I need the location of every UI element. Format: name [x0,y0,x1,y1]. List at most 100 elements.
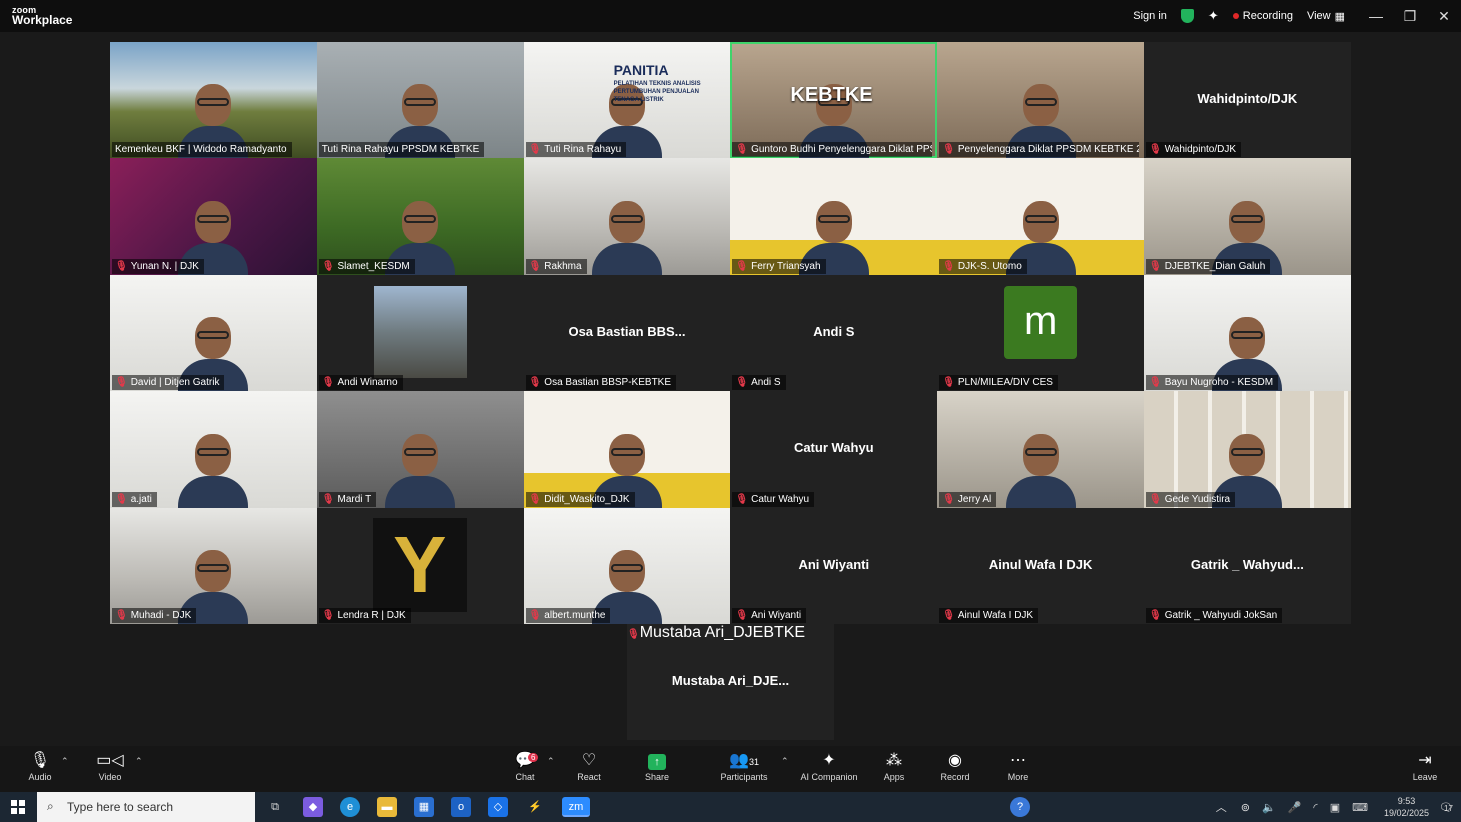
participant-name: Jerry Al [957,493,992,505]
participant-tile[interactable]: 🎙 albert.munthe [523,507,731,624]
participant-tile[interactable]: Kemenkeu BKF | Widodo Ramadyanto [110,42,317,159]
participant-name: Bayu Nugroho - KESDM [1164,377,1274,389]
wifi-icon[interactable]: ◜ [1313,801,1317,814]
participant-label: 🎙 Mardi T [318,491,377,507]
chat-button[interactable]: 💬 6 Chat [495,750,555,782]
dropbox-icon[interactable]: ◇ [488,797,508,817]
share-label: Share [644,772,670,782]
participant-name: Slamet_KESDM [337,260,410,272]
copilot-icon[interactable]: ◆ [303,797,323,817]
participant-tile[interactable]: 🎙 a.jati [110,391,317,508]
participants-options-caret[interactable]: ⌃ [781,756,789,767]
participant-tile[interactable]: Ainul Wafa I DJK 🎙 Ainul Wafa I DJK [937,507,1144,624]
taskbar-search-box[interactable]: ⌕ Type here to search [37,792,255,822]
participant-tile[interactable]: 🎙 Penyelenggara Diklat PPSDM KEBTKE 2 [937,42,1144,159]
search-placeholder: Type here to search [67,800,174,814]
file-explorer-icon[interactable]: ▬ [377,797,397,817]
tray-app-icon[interactable]: ⊚ [1241,801,1250,814]
participant-tile[interactable]: 🎙 Slamet_KESDM [316,158,524,275]
clock-date: 19/02/2025 [1383,808,1430,818]
record-button[interactable]: ◉ Record [925,750,985,782]
tray-camera-icon[interactable]: ▣ [1330,801,1340,814]
volume-icon[interactable]: 🔈 [1262,801,1276,814]
participant-display-name: Mustaba Ari_DJE... [671,673,790,688]
participant-tile[interactable]: Osa Bastian BBS... 🎙 Osa Bastian BBSP-KEBT… [523,274,731,392]
microphone-tray-icon[interactable]: 🎤 [1288,801,1302,814]
participant-tile[interactable]: Mustaba Ari_DJE... 🎙Mustaba Ari_DJEBTKE [627,624,834,740]
participant-tile[interactable]: KEBTKE 🎙 Guntoro Budhi Penyelenggara Dikla… [730,42,938,159]
participant-tile[interactable]: Wahidpinto/DJK 🎙 Wahidpinto/DJK [1143,42,1351,159]
participant-tile[interactable]: 🎙 Ferry Triansyah [730,158,938,275]
security-shield-icon[interactable] [1180,9,1194,23]
view-button[interactable]: View ▦ [1307,10,1345,23]
audio-options-caret[interactable]: ⌃ [61,756,69,767]
participant-name: Mustaba Ari_DJEBTKE [639,624,806,641]
mic-muted-icon: 🎙 [528,144,542,156]
more-button[interactable]: ⋯ More [988,750,1048,782]
participant-tile[interactable]: 🎙 Jerry Al [937,391,1144,508]
participant-tile[interactable]: Gatrik _ Wahyud... 🎙 Gatrik _ Wahyudi JokS… [1143,507,1351,624]
participant-label: 🎙 Ainul Wafa I DJK [939,607,1039,623]
participant-video [380,428,460,508]
windows-start-icon[interactable] [11,800,25,814]
participant-tile[interactable]: Catur Wahyu 🎙 Catur Wahyu [730,391,938,508]
store-icon[interactable]: ▦ [414,797,434,817]
participant-name: Tuti Rina Rahayu PPSDM KEBTKE [321,144,480,156]
participant-tile[interactable]: 🎙 DJEBTKE_Dian Galuh [1143,158,1351,275]
zoom-taskbar-icon[interactable]: zm [562,797,590,817]
participant-label: 🎙 Catur Wahyu [732,491,815,507]
task-view-icon[interactable]: ⧉ [265,797,285,817]
participant-tile[interactable]: 🎙 Andi Winarno [316,274,524,392]
participant-tile[interactable]: 🎙 Mardi T [316,391,524,508]
chat-options-caret[interactable]: ⌃ [547,756,555,767]
participant-tile[interactable]: PANITIA PELATIHAN TEKNIS ANALISIS PERTUMB… [523,42,731,159]
participant-tile[interactable]: 🎙 Bayu Nugroho - KESDM [1143,274,1351,392]
sign-in-button[interactable]: Sign in [1133,10,1167,22]
ai-sparkle-icon[interactable]: ✦ [1208,8,1219,24]
participant-tile[interactable]: Andi S 🎙 Andi S [730,274,938,392]
minimize-button[interactable]: — [1359,8,1393,24]
participant-label: 🎙 Didit_Waskito_DJK [525,491,635,507]
help-icon[interactable]: ? [1010,797,1030,817]
leave-button[interactable]: ⇥ Leave [1395,750,1455,782]
keyboard-icon[interactable]: ⌨ [1352,801,1368,814]
mic-muted-icon: 🎙 [321,260,335,272]
recording-label: Recording [1242,10,1293,22]
notifications-icon[interactable]: 🗨 17 [1439,801,1453,814]
close-button[interactable]: ✕ [1427,8,1461,25]
participants-button[interactable]: 👥31 Participants [714,750,774,782]
restore-button[interactable]: ❐ [1393,8,1427,25]
participant-name: Andi Winarno [337,377,398,389]
participant-tile[interactable]: m 🎙 PLN/MILEA/DIV CES [937,274,1144,392]
react-button[interactable]: ♡ React [559,750,619,782]
tray-chevron-icon[interactable]: ︿ [1216,799,1227,815]
video-options-caret[interactable]: ⌃ [135,756,143,767]
mic-muted-icon: 🎙 [115,260,128,272]
participant-tile[interactable]: Ani Wiyanti 🎙 Ani Wiyanti [730,507,938,624]
clock[interactable]: 9:53 19/02/2025 [1384,795,1429,819]
participant-tile[interactable]: Tuti Rina Rahayu PPSDM KEBTKE [316,42,524,159]
ai-companion-button[interactable]: ✦ AI Companion [798,750,860,782]
participant-label: 🎙 Andi Winarno [318,375,403,391]
participant-label: 🎙 Bayu Nugroho - KESDM [1145,375,1279,391]
zoom-logo: zoom Workplace [12,5,72,26]
participant-tile[interactable]: 🎙 Muhadi - DJK [110,507,317,624]
participant-name: a.jati [130,493,152,505]
building-sign: KEBTKE [790,84,873,106]
participant-tile[interactable]: 🎙 Gede Yudistira [1143,391,1351,508]
outlook-icon[interactable]: o [451,797,471,817]
participant-tile[interactable]: 🎙 Didit_Waskito_DJK [523,391,731,508]
power-automate-icon[interactable]: ⚡ [525,797,545,817]
participant-tile[interactable]: 🎙 David | Ditjen Gatrik [110,274,317,392]
participant-tile[interactable]: 🎙 Rakhma [523,158,731,275]
participant-tile[interactable]: 🎙 DJK-S. Utomo [937,158,1144,275]
share-button[interactable]: ↑ Share [627,750,687,782]
apps-button[interactable]: ⁂ Apps [864,750,924,782]
participant-label: 🎙 Andi S [732,375,786,391]
participant-name: Ainul Wafa I DJK [957,609,1034,621]
participant-tile[interactable]: Y 🎙 Lendra R | DJK [316,507,524,624]
video-button[interactable]: ▭◁ Video [80,750,140,782]
recording-indicator[interactable]: Recording [1232,10,1293,22]
participant-tile[interactable]: 🎙 Yunan N. | DJK [110,158,317,275]
edge-browser-icon[interactable]: e [340,797,360,817]
